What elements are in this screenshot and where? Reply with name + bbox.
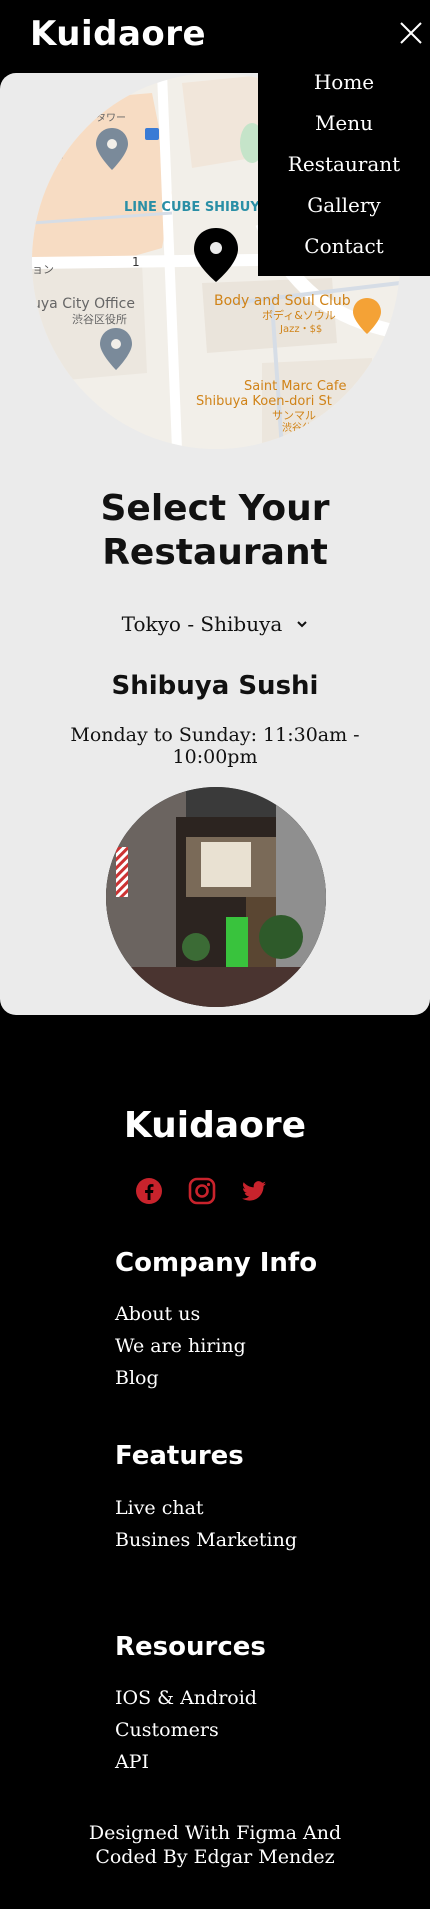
section-title-line1: Select Your [100, 488, 330, 529]
map-label-cafe-en-2: Shibuya Koen-dori St [196, 394, 332, 409]
twitter-icon[interactable] [239, 1176, 269, 1206]
site-logo[interactable]: Kuidaore [30, 14, 206, 54]
opening-hours-line1: Monday to Sunday: 11:30am - [70, 724, 360, 746]
nav-item-menu[interactable]: Menu [258, 103, 430, 144]
company-info-title: Company Info [115, 1248, 318, 1278]
map-label-block: 1 [132, 255, 140, 269]
map-label-cafe-jp-2: 渋谷公 [282, 421, 312, 434]
footer-credit-line2: Coded By Edgar Mendez [95, 1846, 335, 1868]
link-we-are-hiring[interactable]: We are hiring [115, 1330, 246, 1362]
opening-hours-line2: 10:00pm [172, 746, 258, 768]
link-api[interactable]: API [115, 1746, 257, 1778]
nav-item-restaurant[interactable]: Restaurant [258, 144, 430, 185]
facebook-icon[interactable] [134, 1176, 164, 1206]
resources-title: Resources [115, 1632, 266, 1662]
map-label-club-jp: ボディ&ソウル [262, 308, 336, 322]
opening-hours: Monday to Sunday: 11:30am - 10:00pm [60, 724, 370, 768]
restaurant-name: Shibuya Sushi [111, 671, 319, 701]
location-select[interactable]: Tokyo - Shibuya [120, 608, 310, 640]
link-ios-android[interactable]: IOS & Android [115, 1682, 257, 1714]
chevron-down-icon [297, 621, 308, 628]
footer-logo: Kuidaore [123, 1105, 307, 1146]
nav-item-contact[interactable]: Contact [258, 226, 430, 267]
section-title-line2: Restaurant [102, 532, 328, 573]
map-label-office-en: uya City Office [32, 296, 135, 312]
instagram-icon[interactable] [187, 1176, 217, 1206]
features-title: Features [115, 1441, 244, 1471]
footer-credit: Designed With Figma And Coded By Edgar M… [60, 1821, 370, 1869]
map-label-office-jp: 渋谷区役所 [72, 312, 127, 326]
link-customers[interactable]: Customers [115, 1714, 257, 1746]
link-live-chat[interactable]: Live chat [115, 1492, 297, 1524]
features-links: Live chat Busines Marketing [115, 1492, 297, 1556]
map-label-cafe-en-1: Saint Marc Cafe [244, 379, 346, 394]
map-label-tower: タワー [96, 112, 126, 124]
nav-item-gallery[interactable]: Gallery [258, 185, 430, 226]
map-label-club-meta: Jazz・$$ [279, 324, 322, 335]
map-label-venue: LINE CUBE SHIBUYA [124, 200, 269, 215]
map-label-jp: ョン [32, 263, 54, 276]
footer-credit-line1: Designed With Figma And [88, 1822, 342, 1844]
resources-links: IOS & Android Customers API [115, 1682, 257, 1778]
link-about-us[interactable]: About us [115, 1298, 246, 1330]
restaurant-photo [106, 787, 326, 1007]
nav-item-home[interactable]: Home [258, 62, 430, 103]
link-blog[interactable]: Blog [115, 1362, 246, 1394]
link-busines-marketing[interactable]: Busines Marketing [115, 1524, 297, 1556]
company-links: About us We are hiring Blog [115, 1298, 246, 1394]
close-icon[interactable] [398, 20, 424, 46]
nav-menu: Home Menu Restaurant Gallery Contact [258, 58, 430, 276]
map-label-club-en: Body and Soul Club [214, 293, 351, 309]
map-label-cafe-jp-1: サンマル [272, 409, 316, 422]
section-title: Select Your Restaurant [0, 487, 430, 575]
location-select-value: Tokyo - Shibuya [121, 612, 283, 636]
